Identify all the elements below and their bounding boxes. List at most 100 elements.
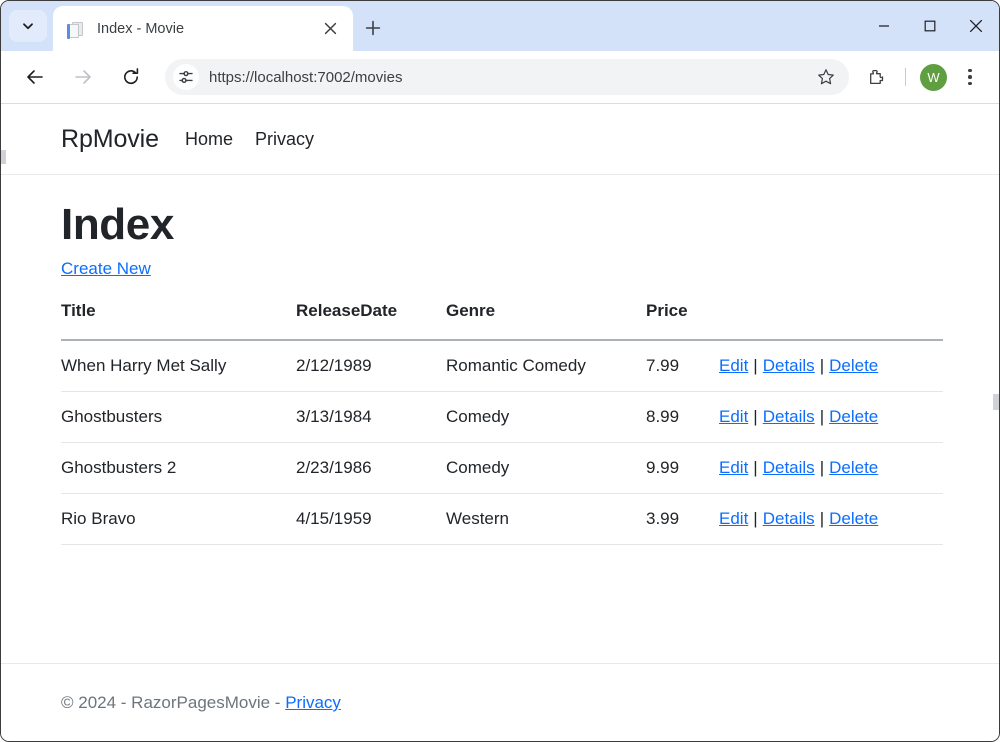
arrow-right-icon (73, 67, 93, 87)
window-minimize-button[interactable] (861, 1, 907, 51)
tab-title: Index - Movie (97, 21, 317, 37)
footer-privacy-link[interactable]: Privacy (285, 693, 341, 712)
toolbar-divider (905, 68, 906, 86)
table-body: When Harry Met Sally 2/12/1989 Romantic … (61, 340, 943, 545)
column-header-title: Title (61, 301, 296, 340)
details-link[interactable]: Details (763, 458, 815, 477)
puzzle-piece-icon (867, 68, 886, 87)
maximize-icon (924, 20, 936, 32)
cell-genre: Romantic Comedy (446, 340, 646, 392)
star-icon (817, 68, 835, 86)
new-tab-button[interactable] (358, 13, 388, 43)
delete-link[interactable]: Delete (829, 509, 878, 528)
toolbar-right-actions: W (855, 60, 989, 94)
cell-title: Ghostbusters 2 (61, 443, 296, 494)
action-separator: | (748, 356, 762, 375)
cell-actions: Edit|Details|Delete (719, 340, 943, 392)
delete-link[interactable]: Delete (829, 458, 878, 477)
table-row: Ghostbusters 2 2/23/1986 Comedy 9.99 Edi… (61, 443, 943, 494)
edit-link[interactable]: Edit (719, 458, 748, 477)
browser-tab[interactable]: Index - Movie (53, 6, 353, 51)
column-header-actions (719, 301, 943, 340)
page-content: Index Create New Title ReleaseDate Genre… (1, 175, 999, 545)
avatar[interactable]: W (920, 64, 947, 91)
column-header-genre: Genre (446, 301, 646, 340)
chevron-down-icon (21, 19, 35, 33)
delete-link[interactable]: Delete (829, 407, 878, 426)
plus-icon (365, 20, 381, 36)
action-separator: | (748, 509, 762, 528)
reload-icon (121, 67, 141, 87)
nav-link-home[interactable]: Home (185, 129, 233, 150)
browser-menu-button[interactable] (955, 60, 985, 94)
nav-link-privacy[interactable]: Privacy (255, 129, 314, 150)
browser-window: Index - Movie (0, 0, 1000, 742)
edit-link[interactable]: Edit (719, 407, 748, 426)
cell-price: 8.99 (646, 392, 719, 443)
address-bar[interactable]: https://localhost:7002/movies (165, 59, 849, 95)
arrow-left-icon (25, 67, 45, 87)
window-controls (861, 1, 999, 51)
action-separator: | (815, 407, 829, 426)
close-icon (324, 22, 337, 35)
cell-releasedate: 3/13/1984 (296, 392, 446, 443)
table-row: Ghostbusters 3/13/1984 Comedy 8.99 Edit|… (61, 392, 943, 443)
scrollbar-left-sliver[interactable] (1, 150, 6, 164)
action-separator: | (748, 407, 762, 426)
browser-toolbar: https://localhost:7002/movies W (1, 51, 999, 103)
table-row: When Harry Met Sally 2/12/1989 Romantic … (61, 340, 943, 392)
three-dots-vertical-icon (968, 69, 972, 73)
create-new-link[interactable]: Create New (61, 259, 151, 279)
page-viewport: RpMovie Home Privacy Index Create New Ti… (1, 103, 999, 742)
cell-price: 9.99 (646, 443, 719, 494)
tune-sliders-icon (178, 69, 194, 85)
reload-button[interactable] (113, 59, 149, 95)
cell-actions: Edit|Details|Delete (719, 494, 943, 545)
footer-text: © 2024 - RazorPagesMovie - Privacy (61, 693, 341, 713)
cell-genre: Western (446, 494, 646, 545)
cell-actions: Edit|Details|Delete (719, 443, 943, 494)
cell-genre: Comedy (446, 443, 646, 494)
footer-copyright: © 2024 - RazorPagesMovie - (61, 693, 285, 712)
details-link[interactable]: Details (763, 356, 815, 375)
tab-search-button[interactable] (9, 10, 47, 42)
cell-releasedate: 2/23/1986 (296, 443, 446, 494)
action-separator: | (815, 458, 829, 477)
site-brand[interactable]: RpMovie (61, 125, 159, 154)
document-page-icon (67, 20, 85, 38)
edit-link[interactable]: Edit (719, 356, 748, 375)
window-close-button[interactable] (953, 1, 999, 51)
close-icon (969, 19, 983, 33)
column-header-price: Price (646, 301, 719, 340)
movies-table: Title ReleaseDate Genre Price When Harry… (61, 301, 943, 545)
page-title: Index (61, 201, 939, 249)
table-header-row: Title ReleaseDate Genre Price (61, 301, 943, 340)
cell-genre: Comedy (446, 392, 646, 443)
scrollbar-right-sliver[interactable] (993, 394, 999, 410)
column-header-releasedate: ReleaseDate (296, 301, 446, 340)
tab-strip: Index - Movie (1, 1, 999, 51)
forward-button[interactable] (65, 59, 101, 95)
cell-actions: Edit|Details|Delete (719, 392, 943, 443)
table-head: Title ReleaseDate Genre Price (61, 301, 943, 340)
action-separator: | (748, 458, 762, 477)
cell-releasedate: 2/12/1989 (296, 340, 446, 392)
cell-price: 3.99 (646, 494, 719, 545)
details-link[interactable]: Details (763, 509, 815, 528)
window-maximize-button[interactable] (907, 1, 953, 51)
edit-link[interactable]: Edit (719, 509, 748, 528)
cell-title: When Harry Met Sally (61, 340, 296, 392)
extensions-button[interactable] (859, 60, 893, 94)
action-separator: | (815, 509, 829, 528)
back-button[interactable] (17, 59, 53, 95)
delete-link[interactable]: Delete (829, 356, 878, 375)
tab-close-button[interactable] (317, 16, 343, 42)
site-footer: © 2024 - RazorPagesMovie - Privacy (1, 663, 999, 742)
cell-price: 7.99 (646, 340, 719, 392)
details-link[interactable]: Details (763, 407, 815, 426)
bookmark-button[interactable] (811, 62, 841, 92)
site-settings-button[interactable] (173, 64, 199, 90)
url-text[interactable]: https://localhost:7002/movies (209, 69, 811, 86)
cell-title: Rio Bravo (61, 494, 296, 545)
cell-releasedate: 4/15/1959 (296, 494, 446, 545)
